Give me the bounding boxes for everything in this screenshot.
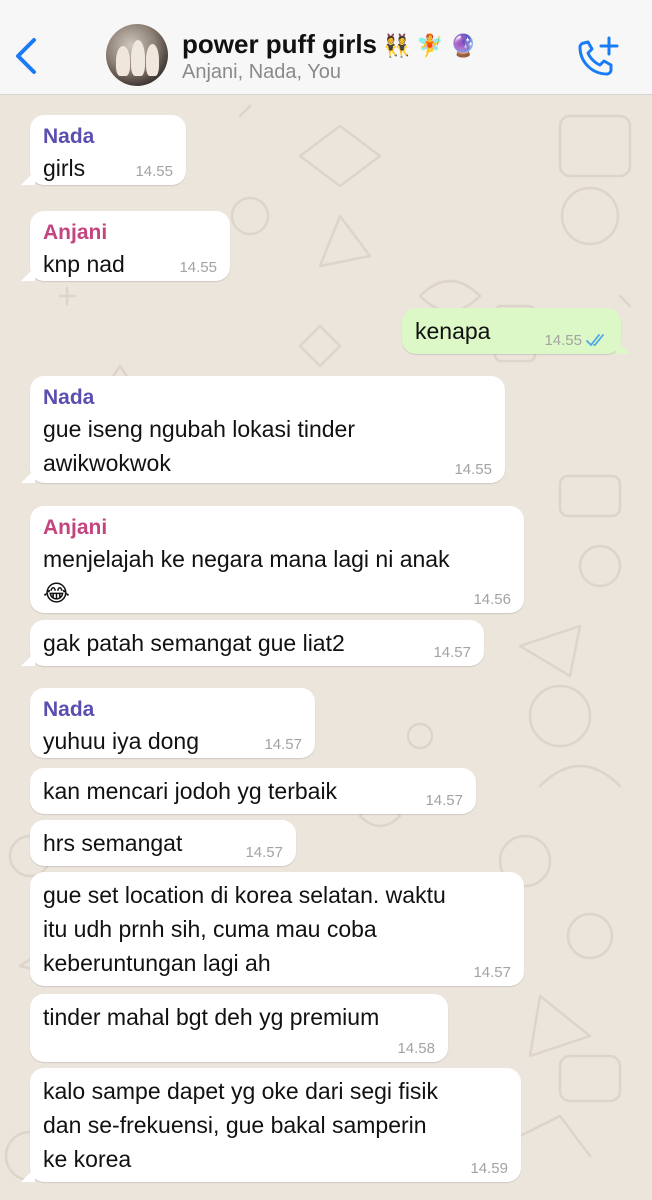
- message-time: 14.57: [245, 844, 283, 861]
- message-bubble[interactable]: gak patah semangat gue liat2 14.57: [21, 620, 484, 666]
- group-avatar[interactable]: [106, 24, 168, 86]
- back-button[interactable]: [12, 36, 42, 76]
- message-time: 14.55: [454, 461, 492, 478]
- message-text-line: gue iseng ngubah lokasi tinder: [43, 416, 356, 442]
- message-text-line: kalo sampe dapet yg oke dari segi fisik: [43, 1078, 439, 1104]
- message-time: 14.55: [135, 163, 173, 180]
- message-time: 14.56: [473, 591, 511, 608]
- message-bubble[interactable]: Anjani menjelajah ke negara mana lagi ni…: [30, 506, 524, 613]
- sender-name: Anjani: [43, 516, 108, 539]
- message-bubble[interactable]: Nada gue iseng ngubah lokasi tinder awik…: [21, 376, 505, 483]
- sender-name: Nada: [43, 698, 95, 721]
- message-bubble[interactable]: Nada yuhuu iya dong 14.57: [30, 688, 315, 758]
- sender-name: Anjani: [43, 221, 108, 244]
- read-receipt-icon: [586, 334, 604, 347]
- message-text: tinder mahal bgt deh yg premium: [43, 1004, 380, 1030]
- message-time: 14.58: [397, 1040, 435, 1057]
- participants-list: Anjani, Nada, You: [182, 61, 342, 83]
- message-text-line: keberuntungan lagi ah: [43, 950, 271, 976]
- message-text: kan mencari jodoh yg terbaik: [43, 778, 338, 804]
- chevron-left-icon: [16, 38, 36, 74]
- message-bubble[interactable]: gue set location di korea selatan. waktu…: [30, 872, 524, 986]
- message-time: 14.55: [544, 332, 608, 349]
- message-time: 14.55: [179, 259, 217, 276]
- message-text-line: awikwokwok: [43, 450, 171, 476]
- message-text-line: dan se-frekuensi, gue bakal samperin: [43, 1112, 427, 1138]
- sender-name: Nada: [43, 386, 95, 409]
- message-bubble[interactable]: Nada girls 14.55: [21, 115, 186, 185]
- message-bubble[interactable]: kalo sampe dapet yg oke dari segi fisik …: [21, 1068, 521, 1182]
- message-bubble[interactable]: Anjani knp nad 14.55: [21, 211, 230, 281]
- message-text-line: ke korea: [43, 1146, 132, 1172]
- message-bubble[interactable]: hrs semangat 14.57: [30, 820, 296, 866]
- message-time: 14.57: [433, 644, 471, 661]
- message-time: 14.57: [473, 964, 511, 981]
- chat-header: power puff girls 👯🧚🔮 Anjani, Nada, You: [0, 0, 652, 95]
- group-name: power puff girls: [182, 29, 377, 59]
- message-bubble[interactable]: kan mencari jodoh yg terbaik 14.57: [30, 768, 476, 814]
- message-text-line: itu udh prnh sih, cuma mau coba: [43, 916, 377, 942]
- message-text-line: 😂: [43, 580, 70, 606]
- message-list[interactable]: Nada girls 14.55 Anjani knp nad 14.55 ke…: [0, 96, 652, 1200]
- message-text-line: gue set location di korea selatan. waktu: [43, 882, 446, 908]
- message-text: gak patah semangat gue liat2: [43, 630, 345, 656]
- add-call-icon: [578, 36, 619, 76]
- message-bubble-outgoing[interactable]: kenapa 14.55: [402, 308, 630, 354]
- chat-title[interactable]: power puff girls 👯🧚🔮: [182, 29, 483, 60]
- message-text-line: menjelajah ke negara mana lagi ni anak: [43, 546, 450, 572]
- sender-name: Nada: [43, 125, 95, 148]
- message-time: 14.57: [425, 792, 463, 809]
- message-text: yuhuu iya dong: [43, 728, 200, 754]
- message-time: 14.57: [264, 736, 302, 753]
- group-name-emojis: 👯🧚🔮: [383, 33, 484, 58]
- message-time: 14.59: [470, 1160, 508, 1177]
- message-bubble[interactable]: tinder mahal bgt deh yg premium 14.58: [30, 994, 448, 1062]
- add-call-button[interactable]: [575, 34, 621, 78]
